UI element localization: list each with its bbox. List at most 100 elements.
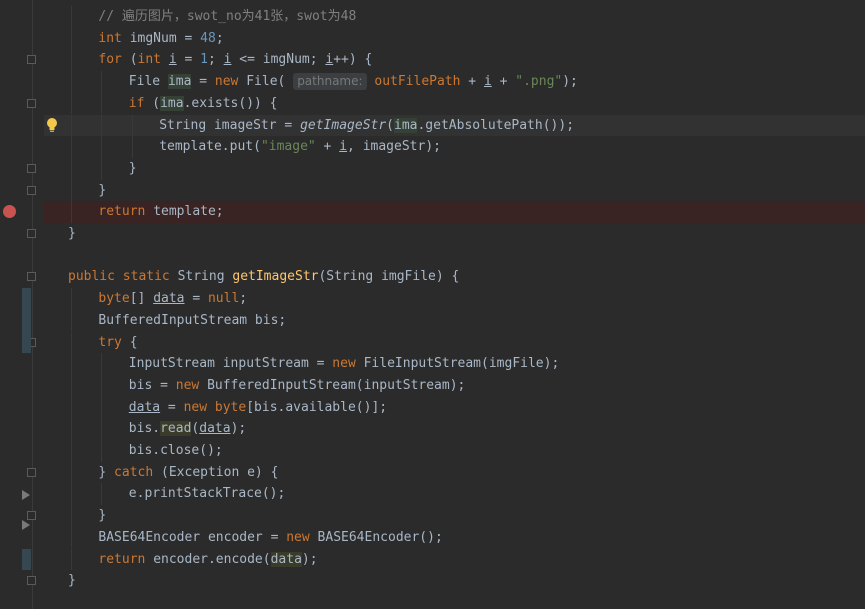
- code-token: }: [68, 573, 76, 589]
- indent-guide: [71, 526, 72, 549]
- code-text: BufferedInputStream bis;: [98, 310, 286, 332]
- code-token: {: [129, 334, 138, 350]
- code-line[interactable]: data = new byte[bis.available()];: [44, 396, 865, 419]
- code-line[interactable]: bis = new BufferedInputStream(inputStrea…: [44, 374, 865, 397]
- code-token: );: [301, 551, 318, 567]
- indent-guide: [71, 6, 72, 28]
- indent-guide: [101, 374, 103, 397]
- code-token: bis =: [128, 377, 176, 393]
- code-token: bis.: [128, 421, 161, 437]
- code-token: new: [332, 356, 364, 372]
- code-token: return: [98, 551, 154, 567]
- code-token: ima: [394, 117, 418, 133]
- code-token: catch: [114, 464, 162, 480]
- fold-marker-icon[interactable]: [27, 185, 36, 195]
- breakpoint-icon[interactable]: [3, 205, 16, 219]
- indent-guide: [101, 92, 103, 115]
- code-line[interactable]: bis.read(data);: [44, 418, 865, 440]
- code-line[interactable]: return encoder.encode(data);: [44, 548, 865, 571]
- code-token: [bis.available()];: [246, 399, 388, 415]
- code-line[interactable]: File ima = new File( pathname: outFilePa…: [44, 71, 865, 93]
- change-marker[interactable]: [22, 288, 31, 354]
- code-line[interactable]: }: [44, 223, 865, 245]
- indent-guide: [71, 418, 72, 440]
- code-token: int: [137, 52, 169, 68]
- code-token: data: [128, 399, 161, 415]
- code-token: BufferedInputStream bis;: [98, 312, 287, 328]
- code-line[interactable]: }: [44, 179, 865, 202]
- code-token: }: [98, 508, 107, 524]
- code-token: =: [191, 74, 215, 90]
- code-token: +: [491, 74, 516, 90]
- code-text: bis.close();: [129, 440, 223, 462]
- code-line[interactable]: template.put("image" + i, imageStr);: [44, 136, 865, 158]
- code-token: (String imgFile) {: [318, 269, 460, 285]
- indent-guide: [71, 461, 72, 484]
- code-line[interactable]: }: [44, 505, 865, 527]
- fold-marker-icon[interactable]: [27, 576, 36, 586]
- fold-marker-icon[interactable]: [27, 511, 36, 521]
- code-editor[interactable]: // 遍历图片，swot_no为41张，swot为48 int imgNum = …: [44, 0, 865, 609]
- code-line[interactable]: try {: [44, 331, 865, 354]
- code-token: }: [68, 226, 76, 241]
- code-token: data: [153, 291, 185, 307]
- code-line[interactable]: } catch (Exception e) {: [44, 461, 865, 484]
- fold-marker-icon[interactable]: [27, 272, 36, 282]
- code-token: ima: [167, 74, 192, 90]
- code-token: ;: [215, 30, 224, 46]
- indent-guide: [101, 136, 103, 158]
- code-line[interactable]: [44, 245, 865, 267]
- editor-gutter[interactable]: [0, 0, 44, 609]
- code-token: public static: [68, 269, 178, 285]
- indent-guide: [71, 374, 72, 397]
- indent-guide: [71, 288, 72, 310]
- code-line[interactable]: bis.close();: [44, 440, 865, 462]
- code-line[interactable]: if (ima.exists()) {: [44, 92, 865, 115]
- indent-guide: [71, 396, 72, 419]
- code-line[interactable]: public static String getImageStr(String …: [44, 266, 865, 288]
- code-text: }: [98, 180, 106, 202]
- code-line[interactable]: return template;: [44, 201, 865, 223]
- code-line[interactable]: BASE64Encoder encoder = new BASE64Encode…: [44, 526, 865, 549]
- fold-marker-icon[interactable]: [27, 98, 36, 108]
- code-token: try: [98, 334, 130, 350]
- fold-marker-icon[interactable]: [27, 229, 36, 238]
- code-token: }: [98, 182, 107, 198]
- code-token: ++) {: [333, 52, 373, 68]
- code-text: try {: [98, 332, 137, 354]
- code-line[interactable]: BufferedInputStream bis;: [44, 309, 865, 332]
- code-token: new: [286, 529, 318, 545]
- code-text: String imageStr = getImageStr(ima.getAbs…: [159, 115, 574, 137]
- code-line[interactable]: InputStream inputStream = new FileInputS…: [44, 353, 865, 375]
- code-token: BASE64Encoder encoder =: [98, 529, 287, 545]
- code-line[interactable]: }: [44, 157, 865, 180]
- indent-guide: [101, 418, 103, 440]
- code-token: for: [98, 52, 130, 68]
- code-token: i: [339, 139, 348, 155]
- fold-marker-icon[interactable]: [27, 55, 36, 65]
- fold-marker-icon[interactable]: [27, 467, 36, 477]
- collapsed-arrow-icon[interactable]: [22, 520, 30, 531]
- code-token: i: [483, 74, 492, 90]
- code-line[interactable]: String imageStr = getImageStr(ima.getAbs…: [44, 114, 865, 137]
- indent-guide: [71, 71, 72, 93]
- code-line[interactable]: for (int i = 1; i <= imgNum; i++) {: [44, 49, 865, 72]
- parameter-hint: pathname:: [293, 73, 367, 91]
- code-token: return: [98, 204, 154, 220]
- code-line[interactable]: int imgNum = 48;: [44, 27, 865, 50]
- lightbulb-icon[interactable]: [46, 117, 58, 133]
- code-line[interactable]: // 遍历图片，swot_no为41张，swot为48: [44, 6, 865, 28]
- code-line[interactable]: }: [44, 570, 865, 592]
- indent-guide: [101, 440, 103, 462]
- fold-marker-icon[interactable]: [27, 163, 36, 173]
- collapsed-arrow-icon[interactable]: [22, 489, 30, 500]
- indent-guide: [101, 157, 103, 180]
- code-text: InputStream inputStream = new FileInputS…: [129, 353, 559, 375]
- indent-guide: [71, 440, 72, 462]
- indent-guide: [71, 49, 72, 72]
- code-token: +: [460, 74, 484, 90]
- code-line[interactable]: e.printStackTrace();: [44, 483, 865, 506]
- code-line[interactable]: byte[] data = null;: [44, 288, 865, 310]
- code-text: }: [129, 158, 137, 180]
- change-marker[interactable]: [22, 548, 31, 571]
